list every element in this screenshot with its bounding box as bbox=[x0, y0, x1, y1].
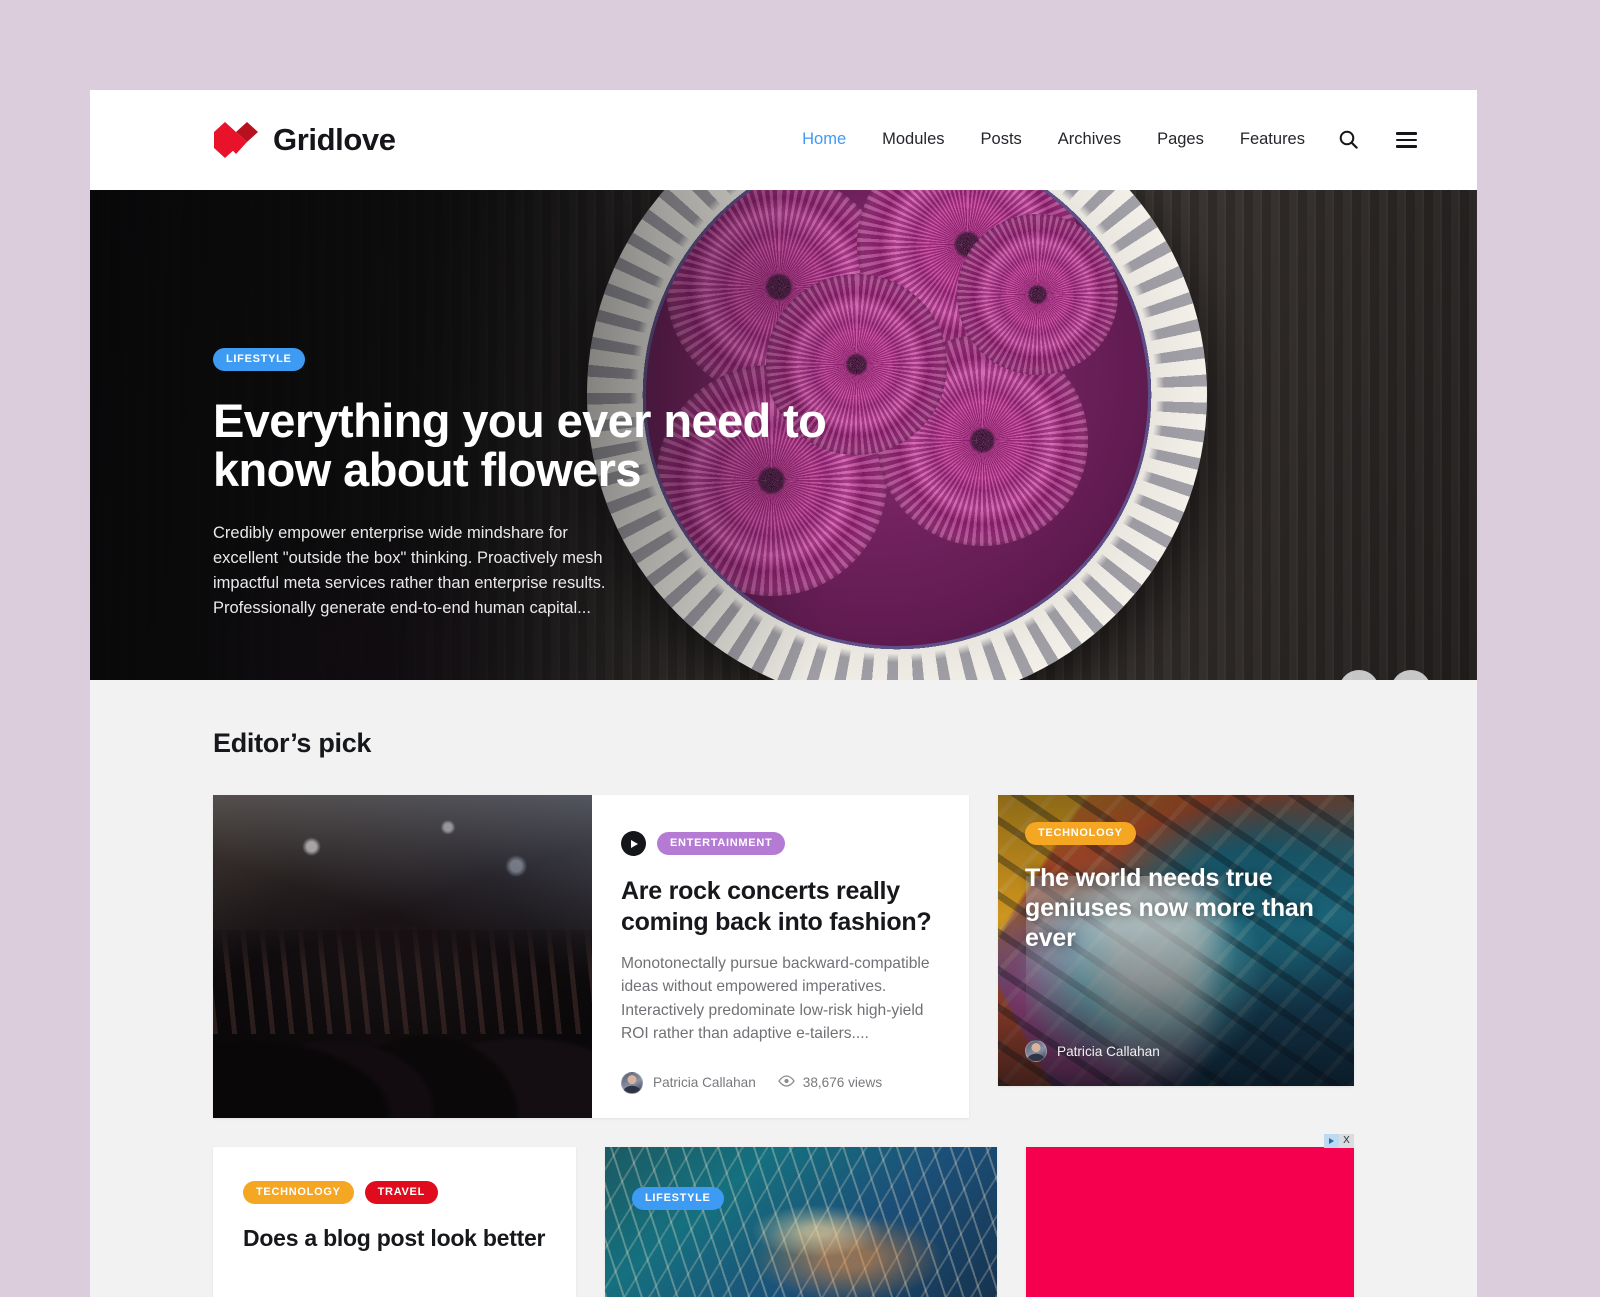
hamburger-menu-icon[interactable] bbox=[1374, 128, 1417, 151]
overlay-card-body: TECHNOLOGY The world needs true geniuses… bbox=[1025, 822, 1327, 953]
article-thumbnail-sparkler bbox=[605, 1146, 997, 1297]
text-article-card[interactable]: TECHNOLOGY TRAVEL Does a blog post look … bbox=[213, 1146, 576, 1297]
nav-item-modules[interactable]: Modules bbox=[864, 130, 962, 149]
eye-icon bbox=[777, 1075, 795, 1090]
editors-pick-grid: ENTERTAINMENT Are rock concerts really c… bbox=[213, 795, 1354, 1118]
nav-item-posts[interactable]: Posts bbox=[963, 130, 1040, 149]
overlay-byline[interactable]: Patricia Callahan bbox=[1025, 1040, 1160, 1062]
carousel-next-button[interactable] bbox=[1391, 670, 1431, 680]
overlay-card-meta: Patricia Callahan bbox=[1025, 1040, 1160, 1062]
nav-item-pages[interactable]: Pages bbox=[1139, 130, 1222, 149]
overlay-category-badge[interactable]: TECHNOLOGY bbox=[1025, 822, 1136, 845]
site-page: Gridlove Home Modules Posts Archives Pag… bbox=[90, 90, 1477, 1297]
overlay-article-card[interactable]: TECHNOLOGY The world needs true geniuses… bbox=[998, 795, 1354, 1086]
featured-article-card[interactable]: ENTERTAINMENT Are rock concerts really c… bbox=[213, 795, 969, 1118]
featured-views-label: 38,676 views bbox=[802, 1075, 883, 1091]
site-header: Gridlove Home Modules Posts Archives Pag… bbox=[90, 90, 1477, 190]
ad-choices-icon[interactable] bbox=[1324, 1133, 1339, 1148]
text-card-tags: TECHNOLOGY TRAVEL bbox=[243, 1180, 546, 1204]
section-title-editors-pick: Editor’s pick bbox=[213, 728, 372, 758]
nav-item-archives[interactable]: Archives bbox=[1040, 130, 1139, 149]
ad-controls: X bbox=[1324, 1133, 1354, 1148]
featured-author-name: Patricia Callahan bbox=[653, 1075, 756, 1091]
ad-close-icon[interactable]: X bbox=[1339, 1133, 1354, 1148]
image-article-card[interactable]: LIFESTYLE bbox=[605, 1146, 997, 1297]
site-logo[interactable]: Gridlove bbox=[213, 121, 396, 159]
hero-category-badge[interactable]: LIFESTYLE bbox=[213, 348, 305, 371]
hero-content: LIFESTYLE Everything you ever need to kn… bbox=[213, 348, 853, 621]
secondary-grid: TECHNOLOGY TRAVEL Does a blog post look … bbox=[213, 1133, 1354, 1297]
nav-item-features[interactable]: Features bbox=[1222, 130, 1323, 149]
featured-card-meta: Patricia Callahan 38,676 views bbox=[621, 1046, 933, 1094]
gridlove-heart-logo-icon bbox=[213, 121, 259, 159]
avatar bbox=[1025, 1040, 1047, 1062]
main-content: Editor’s pick ENTERTAINMENT Are rock con… bbox=[90, 680, 1477, 1297]
overlay-author-name: Patricia Callahan bbox=[1057, 1043, 1160, 1059]
avatar bbox=[621, 1071, 643, 1094]
featured-byline[interactable]: Patricia Callahan bbox=[621, 1071, 756, 1094]
play-video-icon[interactable] bbox=[621, 831, 646, 856]
image-card-category-badge[interactable]: LIFESTYLE bbox=[632, 1186, 724, 1210]
featured-card-body: ENTERTAINMENT Are rock concerts really c… bbox=[592, 795, 969, 1118]
carousel-prev-button[interactable] bbox=[1339, 670, 1379, 680]
main-navigation: Home Modules Posts Archives Pages Featur… bbox=[784, 128, 1417, 151]
article-thumbnail-concert[interactable] bbox=[213, 795, 592, 1118]
featured-card-tags: ENTERTAINMENT bbox=[621, 831, 933, 856]
overlay-card-title[interactable]: The world needs true geniuses now more t… bbox=[1025, 863, 1327, 953]
text-card-category-technology[interactable]: TECHNOLOGY bbox=[243, 1180, 354, 1204]
advertisement-banner[interactable]: X bbox=[1026, 1133, 1354, 1297]
text-card-category-travel[interactable]: TRAVEL bbox=[364, 1180, 439, 1204]
hero-slider: LIFESTYLE Everything you ever need to kn… bbox=[90, 190, 1477, 680]
featured-card-excerpt: Monotonectally pursue backward-compatibl… bbox=[621, 955, 930, 1043]
featured-category-badge[interactable]: ENTERTAINMENT bbox=[657, 832, 786, 855]
nav-item-home[interactable]: Home bbox=[784, 130, 864, 149]
featured-card-title[interactable]: Are rock concerts really coming back int… bbox=[621, 876, 933, 937]
featured-view-count: 38,676 views bbox=[777, 1075, 883, 1091]
text-card-title[interactable]: Does a blog post look better bbox=[243, 1224, 546, 1252]
brand-name: Gridlove bbox=[273, 122, 396, 157]
hero-title[interactable]: Everything you ever need to know about f… bbox=[213, 396, 853, 495]
hero-excerpt: Credibly empower enterprise wide mindsha… bbox=[213, 523, 606, 617]
search-icon[interactable] bbox=[1323, 130, 1374, 150]
hero-carousel-controls bbox=[1339, 670, 1431, 680]
